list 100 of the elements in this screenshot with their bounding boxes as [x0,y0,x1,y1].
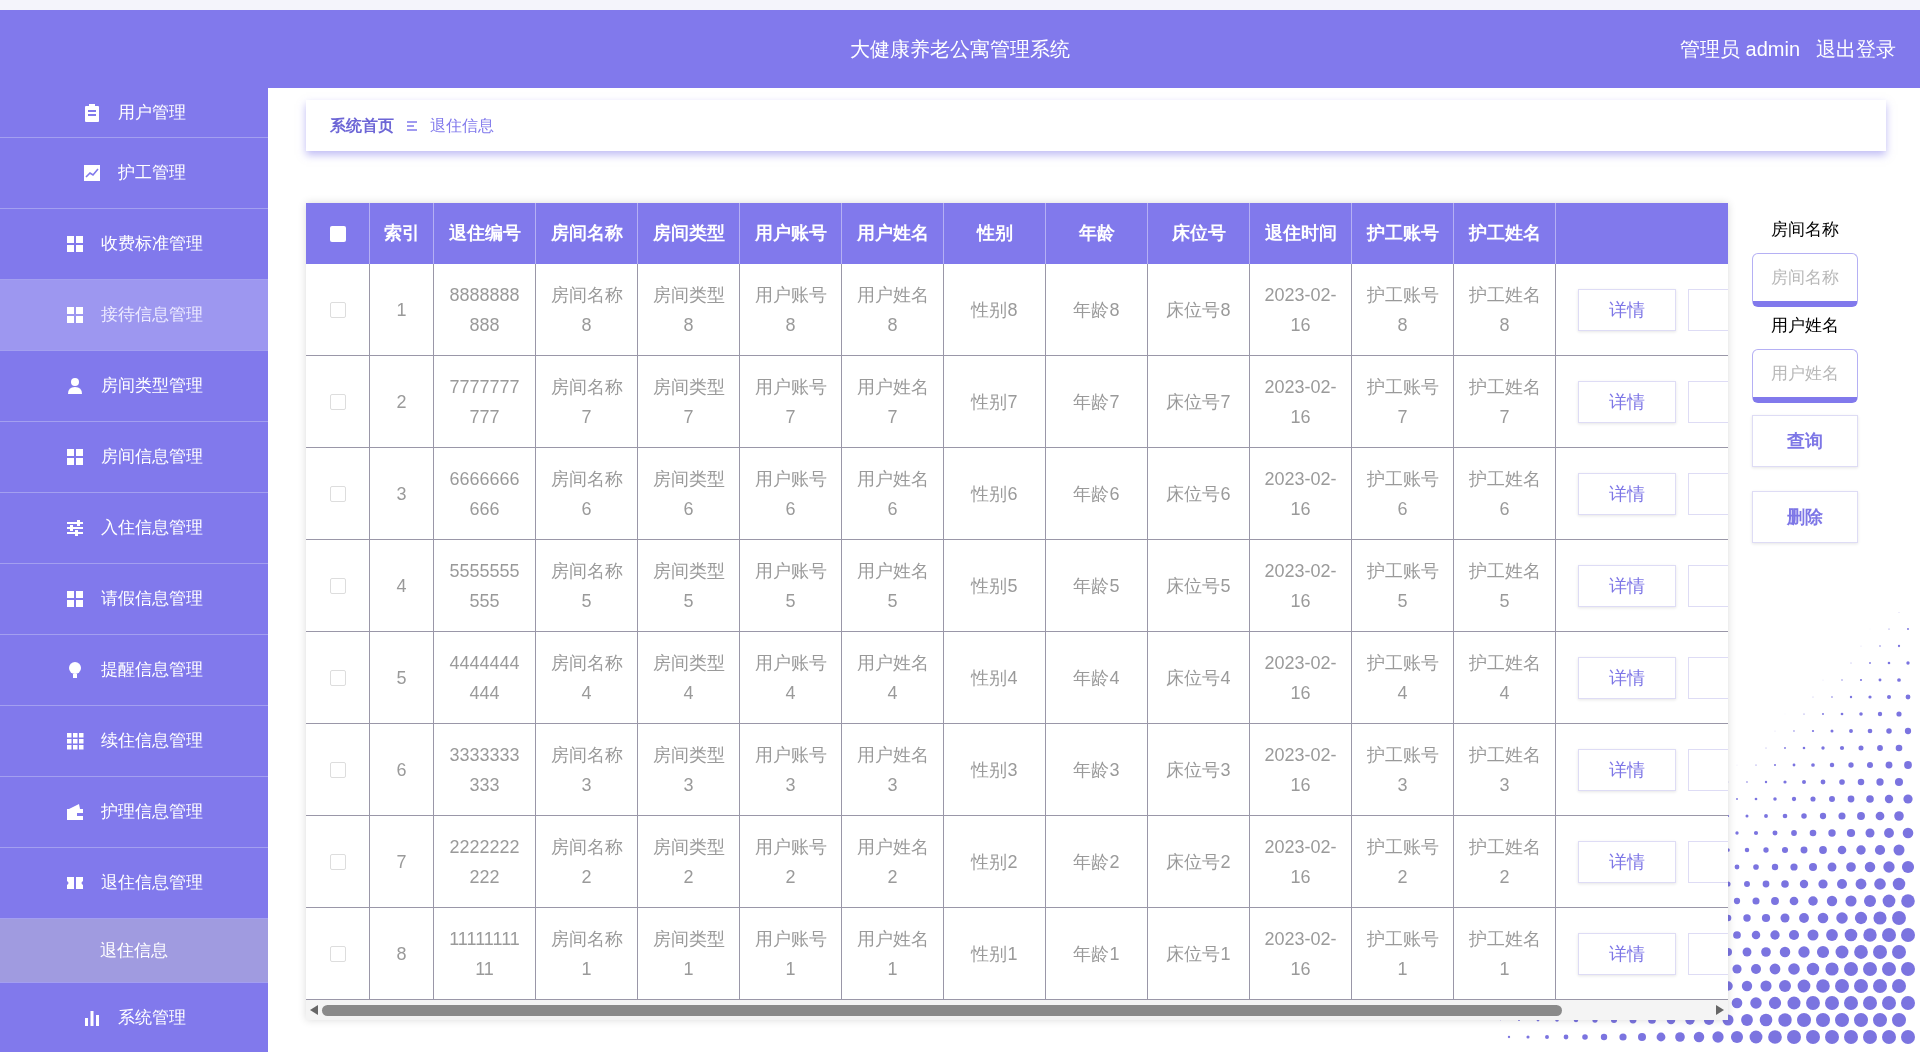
table-cell-text: 房间名称8 [549,283,624,337]
grid-icon [65,305,85,325]
sidebar-item[interactable]: 入住信息管理 [0,493,268,564]
table-cell-text: 用户账号8 [753,283,828,337]
breadcrumb-current: 退住信息 [430,115,494,136]
table-cell-text: 2023-02-16 [1263,375,1338,429]
row-checkbox[interactable] [329,853,346,870]
table-cell-text: 床位号5 [1165,574,1232,598]
cut-off-button[interactable] [1688,932,1728,975]
column-header: 床位号 [1148,203,1250,264]
row-checkbox[interactable] [329,577,346,594]
grid-icon [65,589,85,609]
table-cell-text: 床位号8 [1165,298,1232,322]
table-cell-text: 用户姓名3 [855,743,930,797]
sidebar-item[interactable]: 房间信息管理 [0,422,268,493]
cut-off-button[interactable] [1688,840,1728,883]
table-cell-text: 用户账号4 [753,651,828,705]
table-cell-text: 房间名称7 [549,375,624,429]
horizontal-scrollbar[interactable] [306,1000,1728,1020]
table-cell-text: 房间类型1 [651,927,726,981]
table-cell-text: 房间名称5 [549,559,624,613]
sidebar-item[interactable]: 护工管理 [0,138,268,209]
table-cell-text: 用户姓名5 [855,559,930,613]
row-checkbox[interactable] [329,393,346,410]
table-cell-text: 护工账号3 [1365,743,1440,797]
cut-off-button[interactable] [1688,380,1728,423]
row-checkbox[interactable] [329,301,346,318]
sidebar-item[interactable]: 提醒信息管理 [0,635,268,706]
table-cell-text: 护工账号5 [1365,559,1440,613]
table-cell-text: 床位号1 [1165,942,1232,966]
column-header: 退住时间 [1250,203,1352,264]
table-cell-text: 年龄2 [1072,850,1121,874]
table-cell-text: 房间类型4 [651,651,726,705]
scroll-left-icon[interactable] [310,1005,318,1015]
row-checkbox[interactable] [329,945,346,962]
details-button[interactable]: 详情 [1578,840,1676,883]
sidebar-subitem[interactable]: 退住信息 [0,919,268,983]
table-cell-text: 性别2 [969,850,1019,874]
details-button[interactable]: 详情 [1578,472,1676,515]
cut-off-button[interactable] [1688,748,1728,791]
sidebar-item[interactable]: 续住信息管理 [0,706,268,777]
table-cell-text: 护工账号7 [1365,375,1440,429]
column-header: 索引 [370,203,434,264]
cut-off-button[interactable] [1688,656,1728,699]
table-cell-text: 房间类型7 [651,375,726,429]
select-all-checkbox[interactable] [329,225,346,242]
table-cell-text: 用户账号2 [753,835,828,889]
scrollbar-thumb[interactable] [322,1004,1562,1016]
table-cell-text: 用户账号5 [753,559,828,613]
sidebar-item[interactable]: 请假信息管理 [0,564,268,635]
table-cell-text: 年龄7 [1072,390,1121,414]
table-cell-text: 护工账号1 [1365,927,1440,981]
row-checkbox[interactable] [329,761,346,778]
sidebar-item[interactable]: 护理信息管理 [0,777,268,848]
table-cell-text: 用户姓名4 [855,651,930,705]
app-title: 大健康养老公寓管理系统 [850,37,1070,62]
table-cell-text: 性别7 [969,390,1019,414]
details-button[interactable]: 详情 [1578,748,1676,791]
table-cell-text: 年龄3 [1072,758,1121,782]
column-header: 护工账号 [1352,203,1454,264]
table-cell-text: 用户姓名7 [855,375,930,429]
table-cell-text: 护工姓名6 [1467,467,1542,521]
table-cell-text: 性别3 [969,758,1019,782]
sidebar-item[interactable]: 房间类型管理 [0,351,268,422]
row-checkbox[interactable] [329,485,346,502]
table-cell-text: 护工姓名2 [1467,835,1542,889]
table-cell-text: 1 [395,298,408,322]
table-cell-text: 护工账号4 [1365,651,1440,705]
table-cell-text: 8 [395,942,408,966]
search-field[interactable]: 房间名称 [1752,253,1858,307]
home-link[interactable]: 系统首页 [330,113,394,138]
table-cell-text: 护工姓名1 [1467,927,1542,981]
table-cell-text: 5 [395,666,408,690]
details-button[interactable]: 详情 [1578,564,1676,607]
sidebar-item[interactable]: 接待信息管理 [0,280,268,351]
cut-off-button[interactable] [1688,564,1728,607]
query-button[interactable]: 查询 [1752,415,1858,467]
table-cell-text: 用户账号1 [753,927,828,981]
details-button[interactable]: 详情 [1578,932,1676,975]
row-checkbox[interactable] [329,669,346,686]
grid-icon [65,447,85,467]
table-cell-text: 2023-02-16 [1263,743,1338,797]
details-button[interactable]: 详情 [1578,656,1676,699]
grid-icon [65,731,85,751]
sidebar-item[interactable]: 系统管理 [0,983,268,1052]
sidebar-item[interactable]: 用户管理 [0,88,268,138]
logout-link[interactable]: 退出登录 [1816,34,1896,64]
table-cell-text: 年龄8 [1072,298,1121,322]
user-icon [65,376,85,396]
details-button[interactable]: 详情 [1578,380,1676,423]
table-cell-text: 3333333333 [448,743,521,797]
search-field[interactable]: 用户姓名 [1752,349,1858,403]
table-cell-text: 7777777777 [448,375,521,429]
scroll-right-icon[interactable] [1716,1005,1724,1015]
cut-off-button[interactable] [1688,472,1728,515]
delete-button[interactable]: 删除 [1752,491,1858,543]
cut-off-button[interactable] [1688,288,1728,331]
table-cell-text: 用户姓名8 [855,283,930,337]
table-cell-text: 2023-02-16 [1263,927,1338,981]
details-button[interactable]: 详情 [1578,288,1676,331]
